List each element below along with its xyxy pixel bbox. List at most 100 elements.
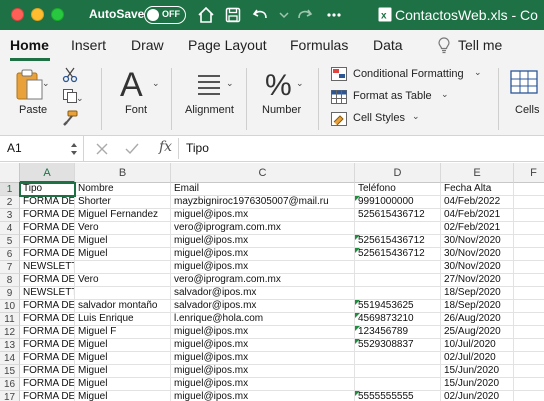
cell-d13[interactable]: 5529308837 xyxy=(355,339,441,352)
chevron-down-icon[interactable]: ⌄ xyxy=(42,78,50,89)
column-header-f[interactable]: F xyxy=(514,163,544,183)
row-header[interactable]: 9 xyxy=(0,287,20,300)
name-box[interactable]: A1 xyxy=(0,136,84,161)
chevron-down-icon[interactable]: ⌄ xyxy=(76,93,84,104)
cell-d4[interactable] xyxy=(355,222,441,235)
cell-a2[interactable]: FORMA DE xyxy=(20,196,75,209)
row-header[interactable]: 3 xyxy=(0,209,20,222)
insert-function-icon[interactable]: fx xyxy=(159,139,172,155)
cell-a6[interactable]: FORMA DE xyxy=(20,248,75,261)
cell-f7[interactable] xyxy=(514,261,544,274)
chevron-down-icon[interactable]: ⌄ xyxy=(296,78,304,89)
cell-a16[interactable]: FORMA DE xyxy=(20,378,75,391)
row-header[interactable]: 5 xyxy=(0,235,20,248)
worksheet-grid[interactable]: A B C D E F 1 Tipo Nombre Email Teléfono Fecha Alta… xyxy=(0,163,544,401)
font-label[interactable]: Font xyxy=(125,104,147,116)
undo-icon[interactable] xyxy=(251,5,271,25)
chevron-down-icon[interactable]: ⌄ xyxy=(412,111,420,122)
row-header[interactable]: 13 xyxy=(0,339,20,352)
cell-a13[interactable]: FORMA DE xyxy=(20,339,75,352)
cell-b10[interactable]: salvador montaño xyxy=(75,300,171,313)
cell-f13[interactable] xyxy=(514,339,544,352)
cell-e14[interactable]: 02/Jul/2020 xyxy=(441,352,514,365)
cell-c10[interactable]: salvador@ipos.mx xyxy=(171,300,355,313)
cell-b8[interactable]: Vero xyxy=(75,274,171,287)
cell-e16[interactable]: 15/Jun/2020 xyxy=(441,378,514,391)
home-icon[interactable] xyxy=(196,5,216,25)
cell-e7[interactable]: 30/Nov/2020 xyxy=(441,261,514,274)
chevron-down-icon[interactable]: ⌄ xyxy=(226,78,234,89)
cell-e17[interactable]: 02/Jun/2020 xyxy=(441,391,514,401)
paste-label[interactable]: Paste xyxy=(19,104,47,116)
cell-d3[interactable]: 525615436712 xyxy=(355,209,441,222)
cell-d14[interactable] xyxy=(355,352,441,365)
cell-f3[interactable] xyxy=(514,209,544,222)
cell-d12[interactable]: 123456789 xyxy=(355,326,441,339)
check-icon[interactable] xyxy=(125,143,139,155)
cell-d15[interactable] xyxy=(355,365,441,378)
row-header[interactable]: 17 xyxy=(0,391,20,401)
row-header[interactable]: 4 xyxy=(0,222,20,235)
cell-b9[interactable] xyxy=(75,287,171,300)
row-header[interactable]: 16 xyxy=(0,378,20,391)
cell-b6[interactable]: Miguel xyxy=(75,248,171,261)
cell-e4[interactable]: 02/Feb/2021 xyxy=(441,222,514,235)
cell-a17[interactable]: FORMA DE xyxy=(20,391,75,401)
cell-a12[interactable]: FORMA DE xyxy=(20,326,75,339)
cell-f14[interactable] xyxy=(514,352,544,365)
cell-a3[interactable]: FORMA DE xyxy=(20,209,75,222)
cell-c2[interactable]: mayzbigniroc1976305007@mail.ru xyxy=(171,196,355,209)
cell-styles-icon[interactable] xyxy=(331,112,347,126)
cell-e13[interactable]: 10/Jul/2020 xyxy=(441,339,514,352)
cell-e8[interactable]: 27/Nov/2020 xyxy=(441,274,514,287)
cell-e11[interactable]: 26/Aug/2020 xyxy=(441,313,514,326)
cells-label[interactable]: Cells xyxy=(515,104,539,116)
cell-d7[interactable] xyxy=(355,261,441,274)
cell-d2[interactable]: 9991000000 xyxy=(355,196,441,209)
row-header[interactable]: 15 xyxy=(0,365,20,378)
cell-b1[interactable]: Nombre xyxy=(75,183,171,196)
save-icon[interactable] xyxy=(223,5,243,25)
column-header-b[interactable]: B xyxy=(75,163,171,183)
cell-d11[interactable]: 4569873210 xyxy=(355,313,441,326)
redo-icon[interactable] xyxy=(294,5,314,25)
cell-e6[interactable]: 30/Nov/2020 xyxy=(441,248,514,261)
number-label[interactable]: Number xyxy=(262,104,301,116)
cell-d16[interactable] xyxy=(355,378,441,391)
cell-b11[interactable]: Luis Enrique xyxy=(75,313,171,326)
column-header-a[interactable]: A xyxy=(20,163,75,183)
cells-icon[interactable] xyxy=(510,68,540,98)
cell-f9[interactable] xyxy=(514,287,544,300)
row-header[interactable]: 6 xyxy=(0,248,20,261)
row-header[interactable]: 7 xyxy=(0,261,20,274)
cell-f8[interactable] xyxy=(514,274,544,287)
conditional-formatting-button[interactable]: Conditional Formatting xyxy=(353,68,464,80)
chevron-down-icon[interactable]: ⌄ xyxy=(441,89,449,100)
alignment-label[interactable]: Alignment xyxy=(185,104,234,116)
column-header-e[interactable]: E xyxy=(441,163,514,183)
format-as-table-icon[interactable] xyxy=(331,90,347,104)
formula-input[interactable]: Tipo xyxy=(186,141,209,155)
cell-e10[interactable]: 18/Sep/2020 xyxy=(441,300,514,313)
cell-c12[interactable]: miguel@ipos.mx xyxy=(171,326,355,339)
cell-a14[interactable]: FORMA DE xyxy=(20,352,75,365)
cell-c11[interactable]: l.enrique@hola.com xyxy=(171,313,355,326)
cell-f5[interactable] xyxy=(514,235,544,248)
cell-c8[interactable]: vero@iprogram.com.mx xyxy=(171,274,355,287)
cell-b13[interactable]: Miguel xyxy=(75,339,171,352)
tab-home[interactable]: Home xyxy=(10,37,49,53)
cell-f1[interactable] xyxy=(514,183,544,196)
cell-d8[interactable] xyxy=(355,274,441,287)
cell-f10[interactable] xyxy=(514,300,544,313)
format-painter-icon[interactable] xyxy=(62,110,78,126)
cell-d6[interactable]: 525615436712 xyxy=(355,248,441,261)
tab-insert[interactable]: Insert xyxy=(71,37,106,53)
cell-b7[interactable] xyxy=(75,261,171,274)
cell-b3[interactable]: Miguel Fernandez xyxy=(75,209,171,222)
row-header[interactable]: 12 xyxy=(0,326,20,339)
cell-b12[interactable]: Miguel F xyxy=(75,326,171,339)
cell-a10[interactable]: FORMA DE xyxy=(20,300,75,313)
cell-f12[interactable] xyxy=(514,326,544,339)
cell-f11[interactable] xyxy=(514,313,544,326)
cell-e1[interactable]: Fecha Alta xyxy=(441,183,514,196)
